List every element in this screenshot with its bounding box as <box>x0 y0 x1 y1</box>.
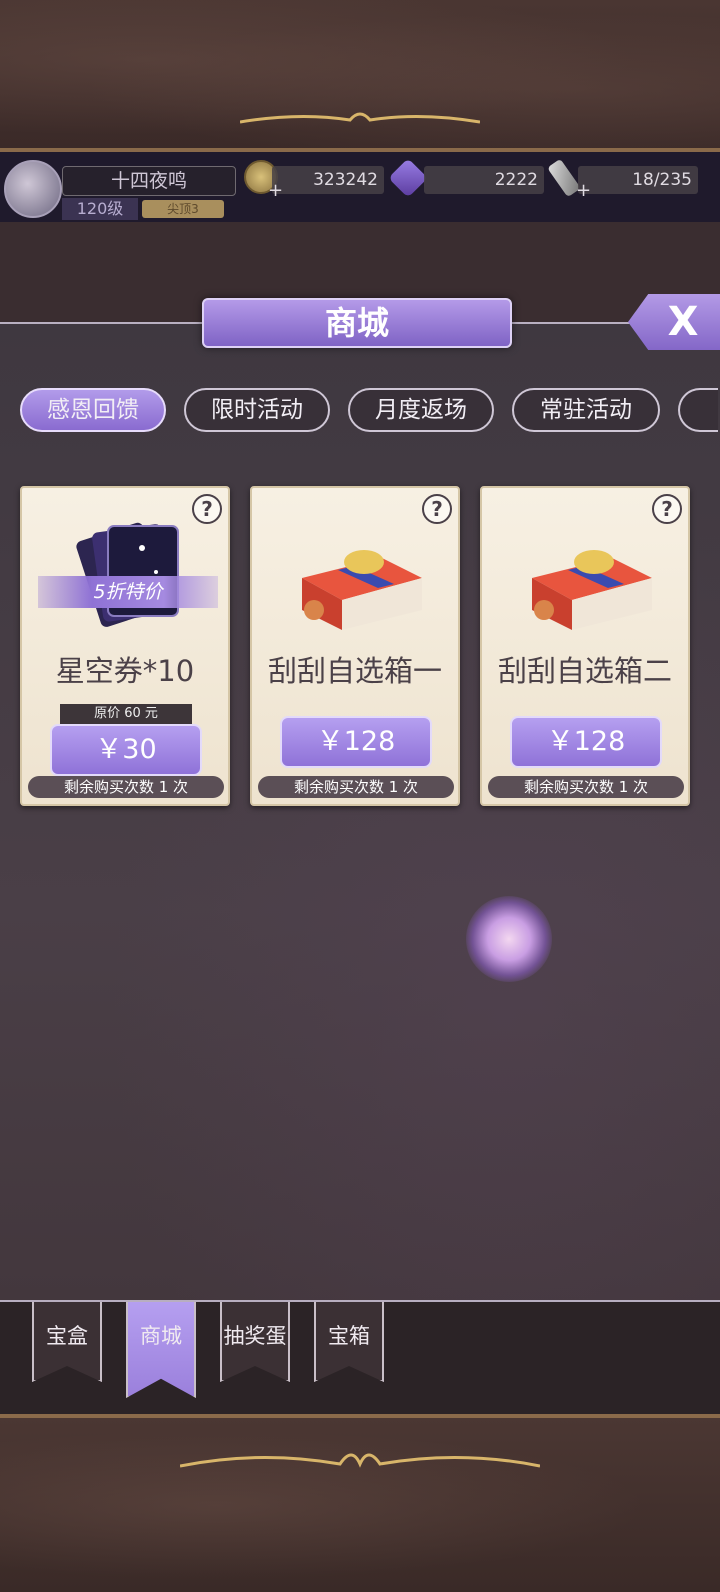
remaining-count: 剩余购买次数 1 次 <box>28 776 224 798</box>
remaining-count: 剩余购买次数 1 次 <box>488 776 684 798</box>
buy-button[interactable]: ￥30 <box>50 724 202 776</box>
ornament-icon <box>240 112 480 124</box>
ornament-icon <box>180 1453 540 1468</box>
gift-box-icon <box>302 550 422 630</box>
item-name: 刮刮自选箱一 <box>267 654 442 688</box>
player-name: 十四夜鸣 <box>62 166 236 196</box>
shop-card[interactable]: ? 5折特价 星空券*10 原价 60 元 ￥30 剩余购买次数 1 次 <box>20 486 230 806</box>
tab-limited[interactable]: 限时活动 <box>184 388 330 432</box>
buy-button[interactable]: ￥128 <box>280 716 432 768</box>
tab-gratitude[interactable]: 感恩回馈 <box>20 388 166 432</box>
rose-icon[interactable] <box>466 896 552 982</box>
shop-card[interactable]: ? 刮刮自选箱二 ￥128 剩余购买次数 1 次 <box>480 486 690 806</box>
shop-card[interactable]: ? 刮刮自选箱一 ￥128 剩余购买次数 1 次 <box>250 486 460 806</box>
stamina-count: 18/235 <box>578 166 698 194</box>
rank-badge: 尖顶3 <box>142 200 224 218</box>
original-price: 原价 60 元 <box>60 704 192 724</box>
avatar[interactable] <box>4 160 62 218</box>
page-title: 商城 <box>202 298 512 348</box>
remaining-count: 剩余购买次数 1 次 <box>258 776 454 798</box>
discount-badge: 5折特价 <box>38 576 218 608</box>
bottom-frame <box>0 1414 720 1592</box>
add-coin-button[interactable]: + <box>268 180 283 201</box>
tab-permanent[interactable]: 常驻活动 <box>512 388 660 432</box>
top-frame <box>0 0 720 152</box>
item-name: 刮刮自选箱二 <box>497 654 672 688</box>
tab-more[interactable] <box>678 388 718 432</box>
add-stamina-button[interactable]: + <box>576 180 591 201</box>
gift-box-icon <box>532 550 652 630</box>
gem-count: 2222 <box>424 166 544 194</box>
item-name: 星空券*10 <box>55 654 195 688</box>
shop-panel <box>0 322 720 1300</box>
coin-count: 323242 <box>272 166 384 194</box>
player-level: 120级 <box>62 198 138 220</box>
buy-button[interactable]: ￥128 <box>510 716 662 768</box>
tab-monthly[interactable]: 月度返场 <box>348 388 494 432</box>
